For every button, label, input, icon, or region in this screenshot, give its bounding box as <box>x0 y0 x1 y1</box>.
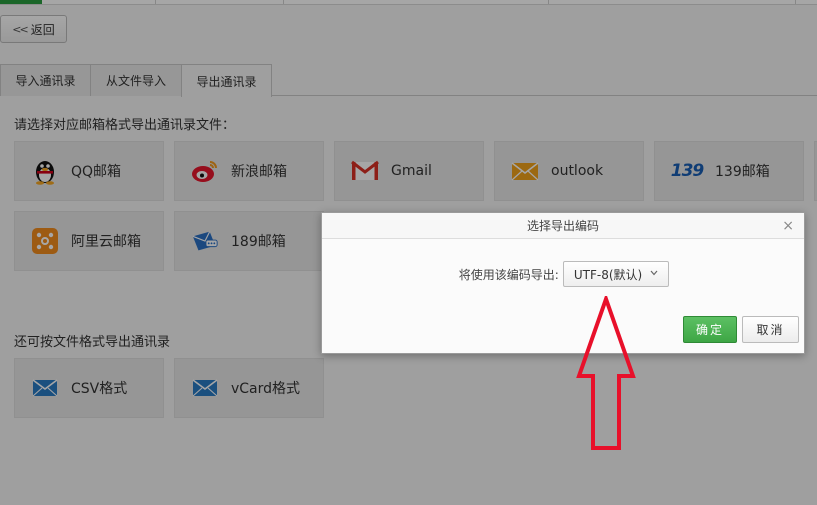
encoding-select[interactable]: UTF-8(默认) <box>562 261 670 287</box>
encoding-select-value: UTF-8(默认) <box>573 267 643 282</box>
close-icon[interactable]: × <box>782 218 794 234</box>
ok-button[interactable]: 确定 <box>683 316 737 343</box>
cancel-button[interactable]: 取消 <box>742 316 799 343</box>
annotation-arrow-up <box>576 296 636 450</box>
chevron-down-icon <box>650 269 658 279</box>
export-encoding-dialog: 选择导出编码 × 将使用该编码导出: UTF-8(默认) 确定 取消 <box>321 212 805 354</box>
dialog-title: 选择导出编码 <box>526 219 599 233</box>
encoding-label: 将使用该编码导出: <box>458 267 559 282</box>
dialog-title-bar: 选择导出编码 × <box>322 213 804 239</box>
encoding-row: 将使用该编码导出: UTF-8(默认) <box>322 261 806 287</box>
